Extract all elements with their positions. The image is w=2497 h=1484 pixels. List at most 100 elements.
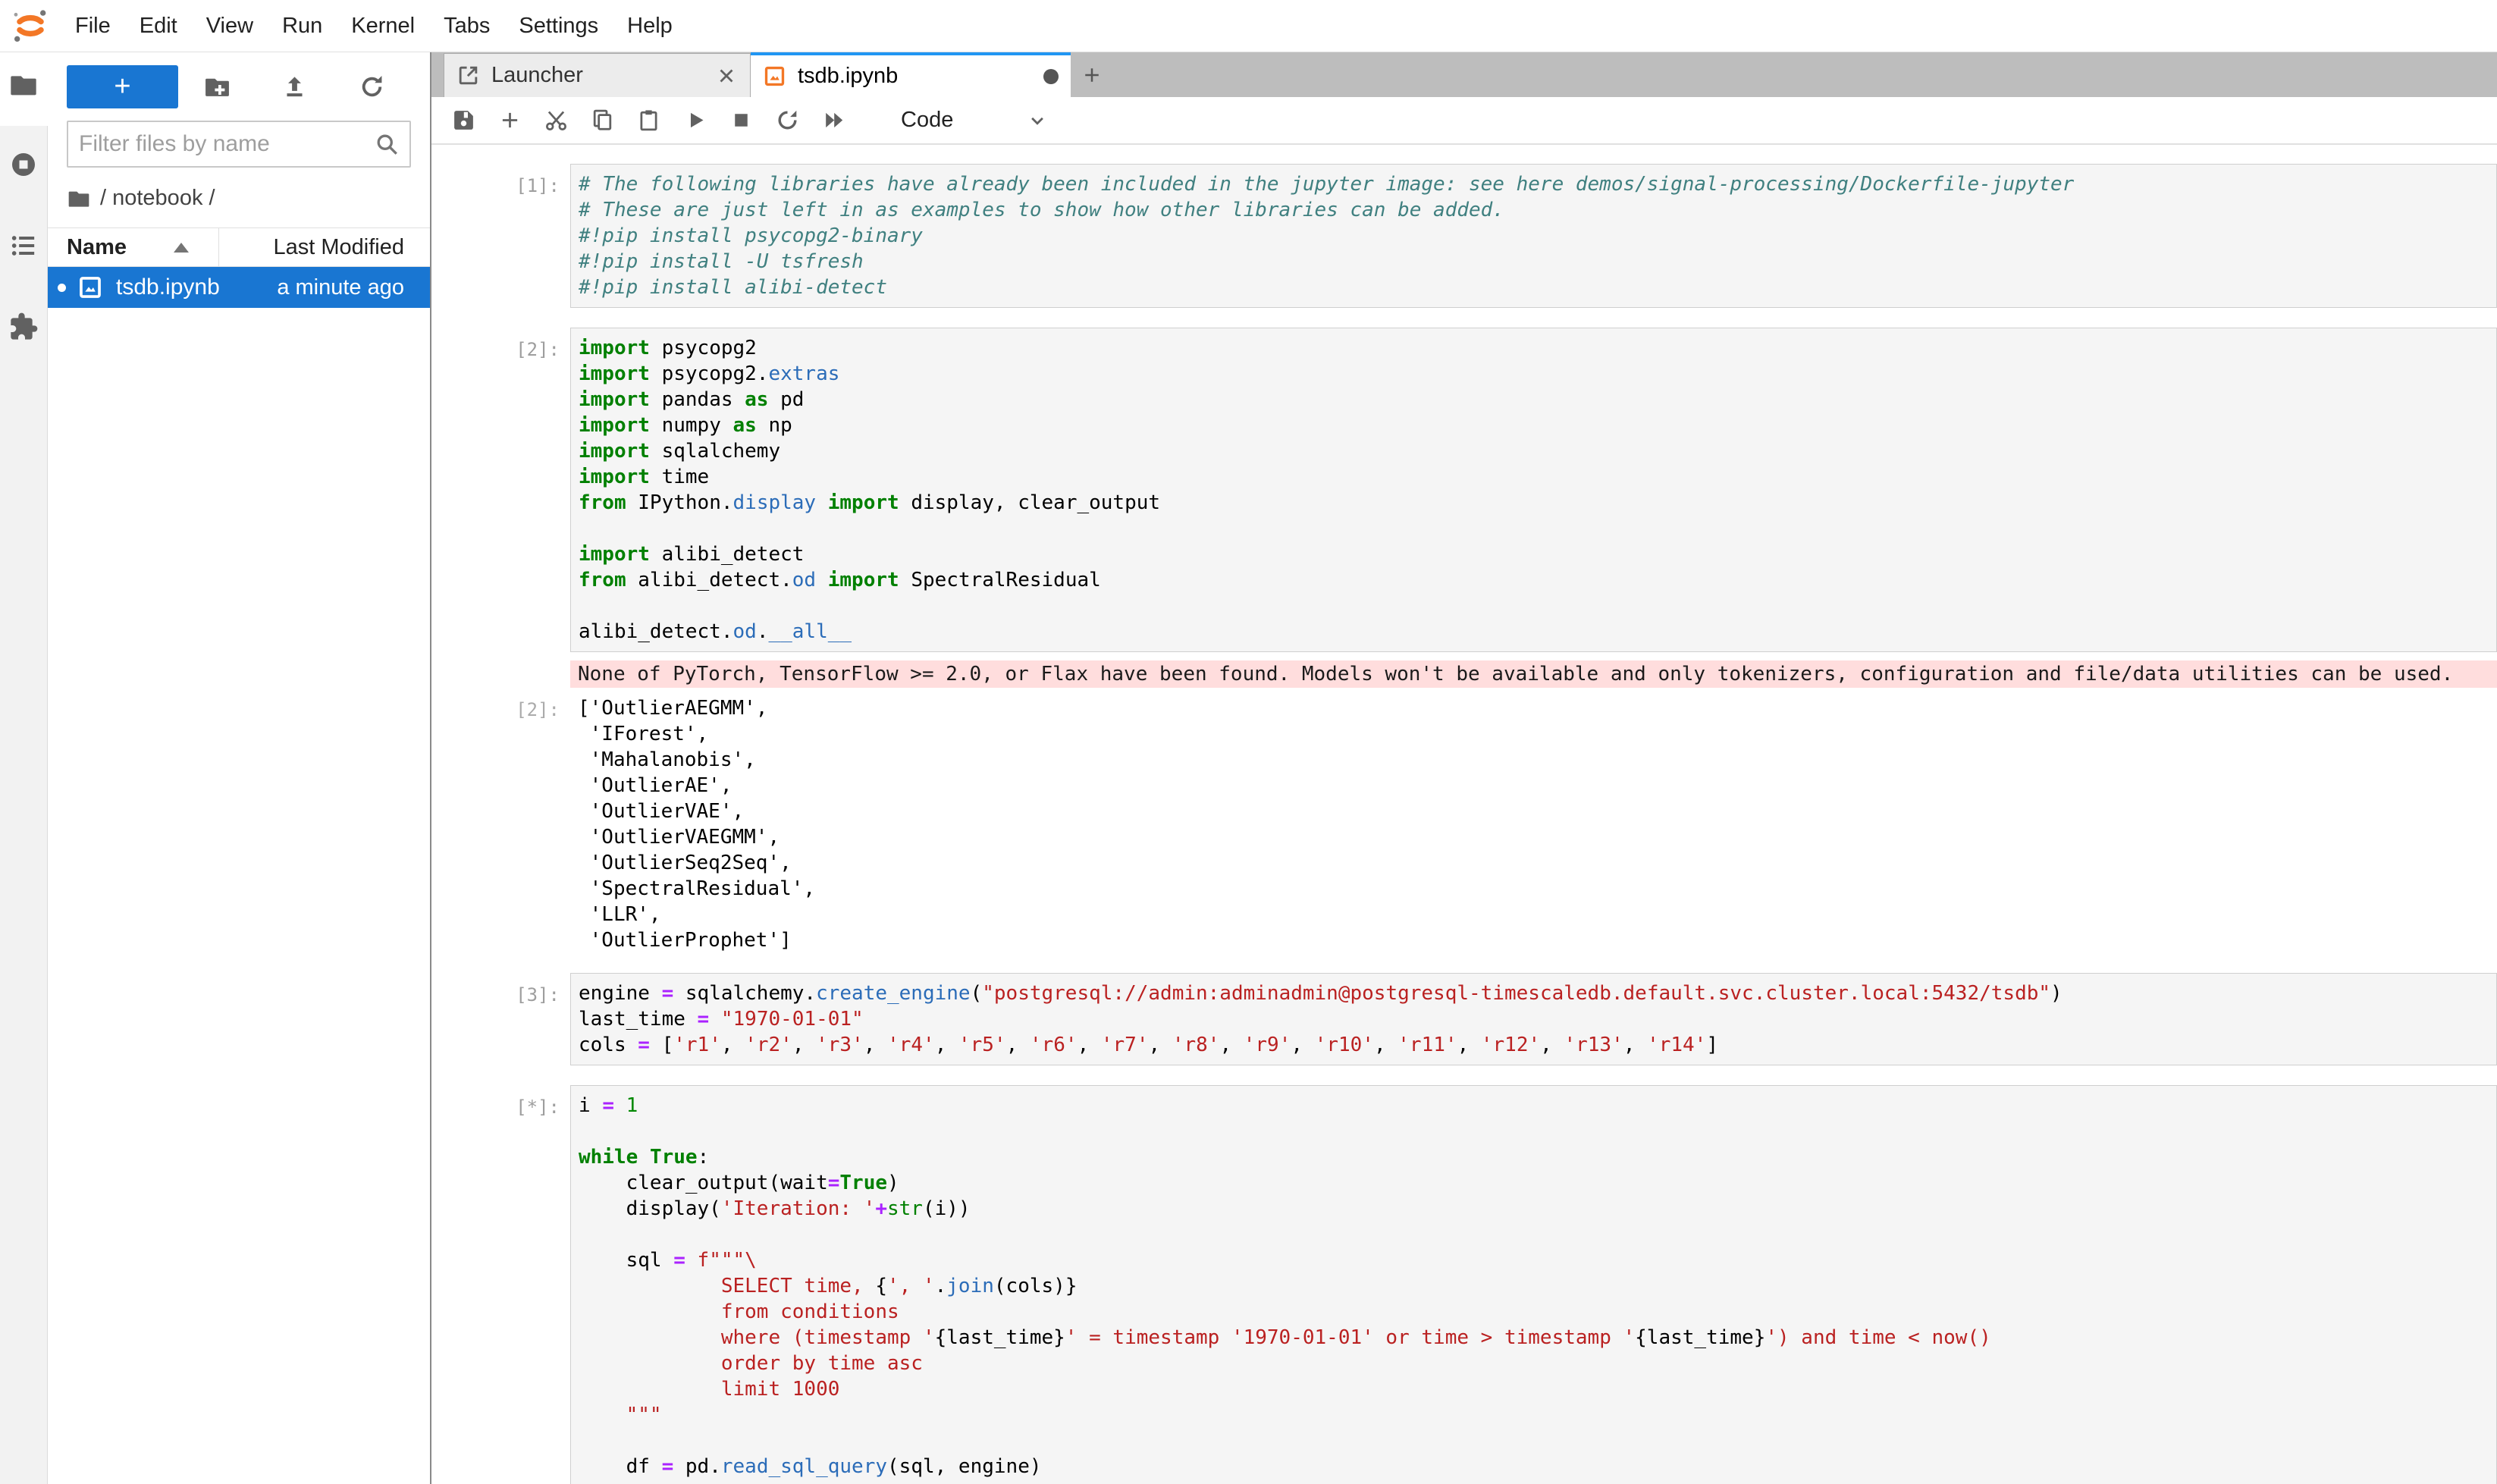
cell-type-dropdown[interactable]: Code — [901, 108, 953, 133]
cell-input-row: [1]:# The following libraries have alrea… — [431, 164, 2497, 308]
new-folder-icon[interactable] — [178, 73, 256, 101]
code-line: display('Iteration: '+str(i)) — [579, 1196, 2496, 1222]
code-line: #!pip install -U tsfresh — [579, 249, 2496, 275]
code-line: df = pd.read_sql_query(sql, engine) — [579, 1454, 2496, 1479]
new-tab-button[interactable] — [1071, 52, 1113, 97]
main-area: Launcher tsdb.ipynb Code [1]:# The follow… — [431, 52, 2497, 1484]
launcher-icon — [456, 64, 480, 87]
tab-tsdb-ipynb[interactable]: tsdb.ipynb — [751, 52, 1071, 97]
code-line: """ — [579, 1402, 2496, 1428]
code-line: where (timestamp '{last_time}' = timesta… — [579, 1325, 2496, 1351]
restart-kernel-icon[interactable] — [770, 103, 805, 137]
menu-item-tabs[interactable]: Tabs — [429, 14, 504, 39]
run-all-icon[interactable] — [817, 103, 851, 137]
code-line: from alibi_detect.od import SpectralResi… — [579, 567, 2496, 593]
cell-editor[interactable]: i = 1 while True: clear_output(wait=True… — [570, 1085, 2497, 1484]
save-icon[interactable] — [447, 103, 481, 137]
input-prompt: [*]: — [431, 1085, 570, 1484]
code-line — [579, 1118, 2496, 1144]
code-line: import sqlalchemy — [579, 438, 2496, 464]
code-line: engine = sqlalchemy.create_engine("postg… — [579, 980, 2496, 1006]
column-header-name[interactable]: Name — [48, 228, 219, 266]
tab-bar: Launcher tsdb.ipynb — [431, 52, 2497, 97]
code-line: import psycopg2.extras — [579, 361, 2496, 387]
input-prompt: [2]: — [431, 328, 570, 652]
jupyter-logo — [11, 6, 50, 45]
code-cell: [3]: engine = sqlalchemy.create_engine("p… — [431, 973, 2497, 1065]
add-cell-icon[interactable] — [493, 103, 527, 137]
file-filter-input[interactable] — [77, 130, 373, 158]
code-cell: [1]:# The following libraries have alrea… — [431, 164, 2497, 308]
upload-icon[interactable] — [256, 73, 333, 101]
code-line: #!pip install psycopg2-binary — [579, 223, 2496, 249]
tab-label: Launcher — [491, 63, 583, 88]
menu-item-settings[interactable]: Settings — [504, 14, 613, 39]
cell-editor[interactable]: import psycopg2import psycopg2.extrasimp… — [570, 328, 2497, 652]
unsaved-changes-dot — [1043, 69, 1059, 84]
stderr-output-row: None of PyTorch, TensorFlow >= 2.0, or F… — [431, 660, 2497, 688]
file-browser-icon[interactable] — [8, 70, 39, 100]
code-line: SELECT time, {', '.join(cols)} — [579, 1273, 2496, 1299]
execute-result-row: [2]:['OutlierAEGMM', 'IForest', 'Mahalan… — [431, 695, 2497, 953]
breadcrumb-path: / notebook / — [100, 186, 215, 211]
search-icon — [373, 130, 400, 158]
notebook-icon — [763, 64, 786, 88]
running-kernels-icon[interactable] — [8, 149, 39, 180]
menu-item-run[interactable]: Run — [268, 14, 337, 39]
cell-editor[interactable]: # The following libraries have already b… — [570, 164, 2497, 308]
chevron-down-icon[interactable] — [1026, 109, 1049, 132]
menu-items: FileEditViewRunKernelTabsSettingsHelp — [61, 14, 687, 39]
code-line: order by time asc — [579, 1351, 2496, 1376]
code-line: # These are just left in as examples to … — [579, 197, 2496, 223]
running-dot — [58, 284, 66, 292]
menu-item-help[interactable]: Help — [613, 14, 687, 39]
cut-cell-icon[interactable] — [539, 103, 573, 137]
output-prompt-spacer — [431, 660, 570, 688]
cell-editor[interactable]: engine = sqlalchemy.create_engine("postg… — [570, 973, 2497, 1065]
extensions-icon[interactable] — [8, 312, 39, 342]
new-launcher-button[interactable]: + — [67, 65, 178, 108]
notebook-scroll-area[interactable]: [1]:# The following libraries have alrea… — [431, 145, 2497, 1484]
code-line: from conditions — [579, 1299, 2496, 1325]
output-text: ['OutlierAEGMM', 'IForest', 'Mahalanobis… — [570, 695, 2497, 953]
file-browser-panel: + / notebook / Name Last Modified tsdb.i… — [48, 52, 431, 1484]
run-cell-icon[interactable] — [678, 103, 712, 137]
code-line: import alibi_detect — [579, 541, 2496, 567]
activity-bar — [0, 52, 48, 1484]
code-line — [579, 593, 2496, 619]
code-line — [579, 1222, 2496, 1247]
refresh-icon[interactable] — [334, 73, 411, 101]
file-browser-toolbar: + — [67, 63, 411, 110]
code-line: cols = ['r1', 'r2', 'r3', 'r4', 'r5', 'r… — [579, 1032, 2496, 1058]
menu-item-edit[interactable]: Edit — [125, 14, 192, 39]
code-line — [579, 516, 2496, 541]
menu-item-view[interactable]: View — [192, 14, 268, 39]
stop-kernel-icon[interactable] — [724, 103, 758, 137]
copy-cell-icon[interactable] — [585, 103, 620, 137]
file-list-header: Name Last Modified — [48, 227, 430, 267]
code-line: import numpy as np — [579, 413, 2496, 438]
code-line: while True: — [579, 1144, 2496, 1170]
file-list: tsdb.ipynba minute ago — [48, 267, 430, 308]
cell-input-row: [*]:i = 1 while True: clear_output(wait=… — [431, 1085, 2497, 1484]
tab-launcher[interactable]: Launcher — [444, 53, 751, 97]
code-line: limit 1000 — [579, 1376, 2496, 1402]
menu-item-kernel[interactable]: Kernel — [337, 14, 429, 39]
file-filter-box — [67, 121, 411, 168]
file-last-modified: a minute ago — [220, 275, 430, 300]
table-of-contents-icon[interactable] — [8, 231, 39, 261]
paste-cell-icon[interactable] — [632, 103, 666, 137]
code-line: alibi_detect.od.__all__ — [579, 619, 2496, 645]
code-line: import time — [579, 464, 2496, 490]
code-line: i = 1 — [579, 1093, 2496, 1118]
file-row[interactable]: tsdb.ipynba minute ago — [48, 267, 430, 308]
code-line: sql = f"""\ — [579, 1247, 2496, 1273]
column-header-last-modified[interactable]: Last Modified — [219, 235, 430, 260]
breadcrumb[interactable]: / notebook / — [67, 186, 411, 211]
name-column-label: Name — [67, 235, 127, 260]
menu-item-file[interactable]: File — [61, 14, 125, 39]
input-prompt: [3]: — [431, 973, 570, 1065]
sort-ascending-icon — [174, 243, 189, 253]
close-icon[interactable] — [715, 64, 738, 87]
code-line: #!pip install alibi-detect — [579, 275, 2496, 300]
